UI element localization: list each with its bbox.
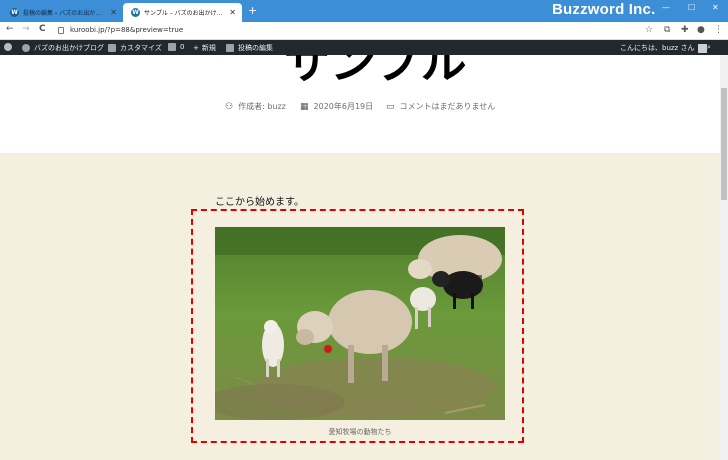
admin-bar-site[interactable]: バズのお出かけブログ <box>22 43 104 53</box>
author-text: 作成者: buzz <box>238 102 286 111</box>
profile-icon[interactable]: ● <box>697 25 705 35</box>
address-bar-row: ← → C kuroobi.jp/?p=88&preview=true ☆ ⧉ … <box>0 22 728 40</box>
comment-icon <box>168 43 176 51</box>
site-name: バズのお出かけブログ <box>34 44 104 52</box>
greeting-label: こんにちは、buzz さん <box>620 44 695 52</box>
bookmark-star-icon[interactable]: ☆ <box>645 25 653 35</box>
back-arrow-icon[interactable]: ← <box>6 24 14 34</box>
tab-close-icon[interactable]: ✕ <box>229 8 236 17</box>
admin-bar-comments[interactable]: 0 <box>168 43 184 51</box>
tab-title: サンプル – バズのお出かけブログ <box>144 10 225 17</box>
customize-label: カスタマイズ <box>120 44 162 52</box>
tab-sample-preview[interactable]: W サンプル – バズのお出かけブログ ✕ <box>123 3 242 22</box>
comments-text: コメントはまだありません <box>399 102 496 111</box>
wordpress-logo-icon[interactable] <box>4 43 16 51</box>
tab-edit-post[interactable]: W 投稿の編集 ‹ バズのお出かけブログ — WordPress ✕ <box>2 3 123 22</box>
entry-content: ここから始めます。 愛知牧場の動物たち <box>0 153 720 460</box>
admin-bar-edit-post[interactable]: 投稿の編集 <box>226 43 273 53</box>
admin-bar-account[interactable]: こんにちは、buzz さん <box>620 43 708 53</box>
figure-caption: 愛知牧場の動物たち <box>328 428 392 436</box>
plus-icon: + <box>193 44 199 52</box>
wp-admin-bar: バズのお出かけブログ カスタマイズ 0 + 新規 投稿の編集 こんにちは、buz… <box>0 40 728 55</box>
calendar-icon: ▦ <box>300 101 309 112</box>
browser-tab-strip: W 投稿の編集 ‹ バズのお出かけブログ — WordPress ✕ W サンプ… <box>0 0 728 22</box>
reload-icon[interactable]: C <box>39 24 46 34</box>
forward-arrow-icon[interactable]: → <box>22 24 30 34</box>
post-date[interactable]: ▦ 2020年6月19日 <box>300 101 373 112</box>
new-tab-button[interactable]: + <box>248 4 257 17</box>
lock-icon <box>58 27 64 34</box>
maximize-button[interactable]: ☐ <box>688 3 695 12</box>
close-window-button[interactable]: ✕ <box>712 3 719 12</box>
brand-watermark: Buzzword Inc. <box>552 1 656 18</box>
admin-bar-customize[interactable]: カスタマイズ <box>108 43 162 53</box>
dashboard-icon <box>22 44 30 52</box>
menu-icon[interactable]: ⋮ <box>714 25 723 35</box>
scrollbar-thumb[interactable] <box>721 88 727 200</box>
admin-bar-search-icon[interactable]: ⌕ <box>707 43 711 52</box>
comment-bubble-icon: ▭ <box>386 101 395 112</box>
entry-header: サンプル ⚇ 作成者: buzz ▦ 2020年6月19日 ▭ コメントはまだあ… <box>0 55 720 153</box>
person-icon: ⚇ <box>225 101 234 112</box>
url-field[interactable]: kuroobi.jp/?p=88&preview=true <box>70 26 183 34</box>
comments-count: 0 <box>180 43 185 51</box>
date-text: 2020年6月19日 <box>313 102 374 111</box>
puzzle-icon[interactable]: ✚ <box>681 25 689 35</box>
intro-paragraph: ここから始めます。 <box>215 197 304 208</box>
brush-icon <box>108 44 116 52</box>
post-title: サンプル <box>284 55 467 89</box>
post-author[interactable]: ⚇ 作成者: buzz <box>225 101 286 112</box>
post-comments[interactable]: ▭ コメントはまだありません <box>386 101 495 112</box>
minimize-button[interactable]: — <box>662 3 670 12</box>
wordpress-favicon-icon: W <box>131 8 140 17</box>
tab-title: 投稿の編集 ‹ バズのお出かけブログ — WordPress <box>23 10 106 17</box>
edit-post-label: 投稿の編集 <box>238 44 273 52</box>
sheep-photo <box>215 227 505 420</box>
wordpress-favicon-icon: W <box>10 8 19 17</box>
extension-icon[interactable]: ⧉ <box>664 25 670 35</box>
admin-bar-new[interactable]: + 新規 <box>193 43 216 53</box>
new-label: 新規 <box>201 44 216 52</box>
tab-close-icon[interactable]: ✕ <box>110 8 117 17</box>
pencil-icon <box>226 44 234 52</box>
page-viewport: サンプル ⚇ 作成者: buzz ▦ 2020年6月19日 ▭ コメントはまだあ… <box>0 55 720 460</box>
